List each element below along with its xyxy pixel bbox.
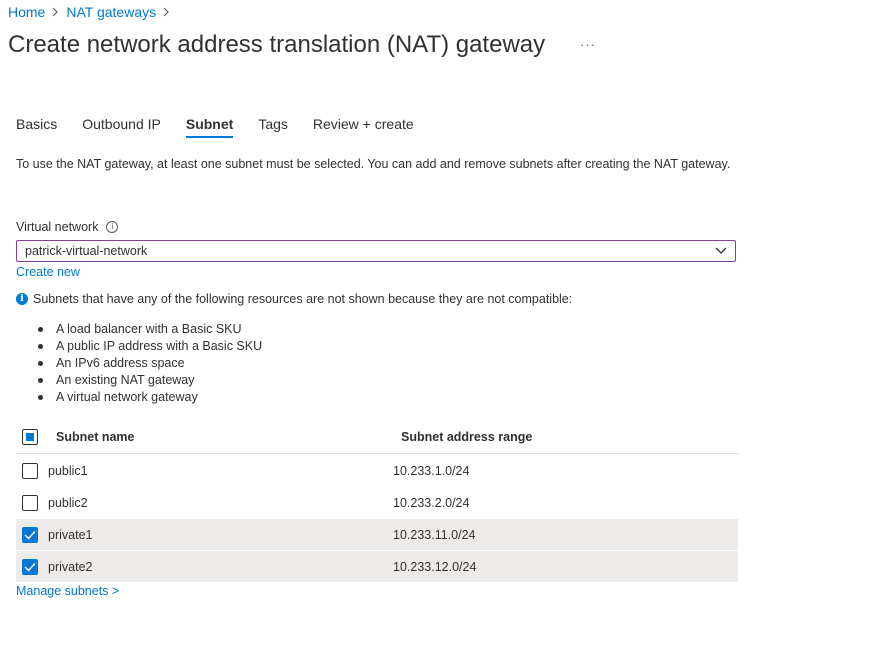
select-all-checkbox[interactable] <box>22 428 38 445</box>
subnet-name-cell: public1 <box>48 463 88 478</box>
checkmark-icon <box>24 530 36 540</box>
list-item: An IPv6 address space <box>38 355 262 372</box>
breadcrumb-home-link[interactable]: Home <box>8 4 45 20</box>
subnet-name-cell: public2 <box>48 495 88 510</box>
info-icon[interactable]: i <box>106 221 119 233</box>
subnet-name-cell: private1 <box>48 527 93 542</box>
column-header-address-range[interactable]: Subnet address range <box>401 430 738 444</box>
chevron-right-icon <box>52 7 59 17</box>
list-item: A load balancer with a Basic SKU <box>38 321 262 338</box>
virtual-network-label: Virtual network <box>16 220 99 234</box>
list-item: A virtual network gateway <box>38 389 262 406</box>
list-item: An existing NAT gateway <box>38 372 262 389</box>
subnet-range-cell: 10.233.2.0/24 <box>393 495 470 510</box>
bullet-icon <box>38 327 43 332</box>
more-options-icon[interactable]: ··· <box>580 37 596 52</box>
subnet-range-cell: 10.233.12.0/24 <box>393 559 477 574</box>
create-new-link[interactable]: Create new <box>16 265 80 279</box>
compatibility-notice: i Subnets that have any of the following… <box>16 292 572 306</box>
page-title: Create network address translation (NAT)… <box>8 31 546 58</box>
virtual-network-value: patrick-virtual-network <box>25 244 148 258</box>
table-row[interactable]: public1 10.233.1.0/24 <box>16 455 738 486</box>
column-header-subnet-name[interactable]: Subnet name <box>48 430 401 444</box>
bullet-icon <box>38 395 43 400</box>
table-row[interactable]: public2 10.233.2.0/24 <box>16 487 738 518</box>
chevron-down-icon <box>715 244 727 258</box>
virtual-network-label-row: Virtual network i <box>16 220 119 234</box>
row-checkbox[interactable] <box>22 462 38 479</box>
row-checkbox[interactable] <box>22 526 38 543</box>
table-row[interactable]: private1 10.233.11.0/24 <box>16 519 738 550</box>
subnet-range-cell: 10.233.11.0/24 <box>393 527 476 542</box>
table-row[interactable]: private2 10.233.12.0/24 <box>16 551 738 582</box>
bullet-icon <box>38 344 43 349</box>
bullet-icon <box>38 378 43 383</box>
subnet-table: Subnet name Subnet address range public1… <box>16 420 738 582</box>
bullet-icon <box>38 361 43 366</box>
subnet-range-cell: 10.233.1.0/24 <box>393 463 470 478</box>
table-header: Subnet name Subnet address range <box>16 420 738 454</box>
manage-subnets-link[interactable]: Manage subnets > <box>16 584 119 598</box>
row-checkbox[interactable] <box>22 494 38 511</box>
chevron-right-icon <box>163 7 170 17</box>
tab-outbound-ip[interactable]: Outbound IP <box>82 116 161 138</box>
tab-tags[interactable]: Tags <box>258 116 288 138</box>
row-checkbox[interactable] <box>22 558 38 575</box>
tab-review-create[interactable]: Review + create <box>313 116 414 138</box>
incompatible-resources-list: A load balancer with a Basic SKU A publi… <box>38 321 262 406</box>
subnet-name-cell: private2 <box>48 559 93 574</box>
notice-text: Subnets that have any of the following r… <box>33 292 573 306</box>
tab-basics[interactable]: Basics <box>16 116 57 138</box>
breadcrumb: Home NAT gateways <box>8 4 177 20</box>
list-item: A public IP address with a Basic SKU <box>38 338 262 355</box>
virtual-network-select[interactable]: patrick-virtual-network <box>16 240 736 262</box>
tab-subnet[interactable]: Subnet <box>185 116 234 138</box>
wizard-tabs: Basics Outbound IP Subnet Tags Review + … <box>16 116 439 138</box>
intro-text: To use the NAT gateway, at least one sub… <box>16 157 731 171</box>
checkmark-icon <box>24 562 36 572</box>
info-filled-icon: i <box>16 293 28 305</box>
breadcrumb-nat-gateways-link[interactable]: NAT gateways <box>66 4 156 20</box>
